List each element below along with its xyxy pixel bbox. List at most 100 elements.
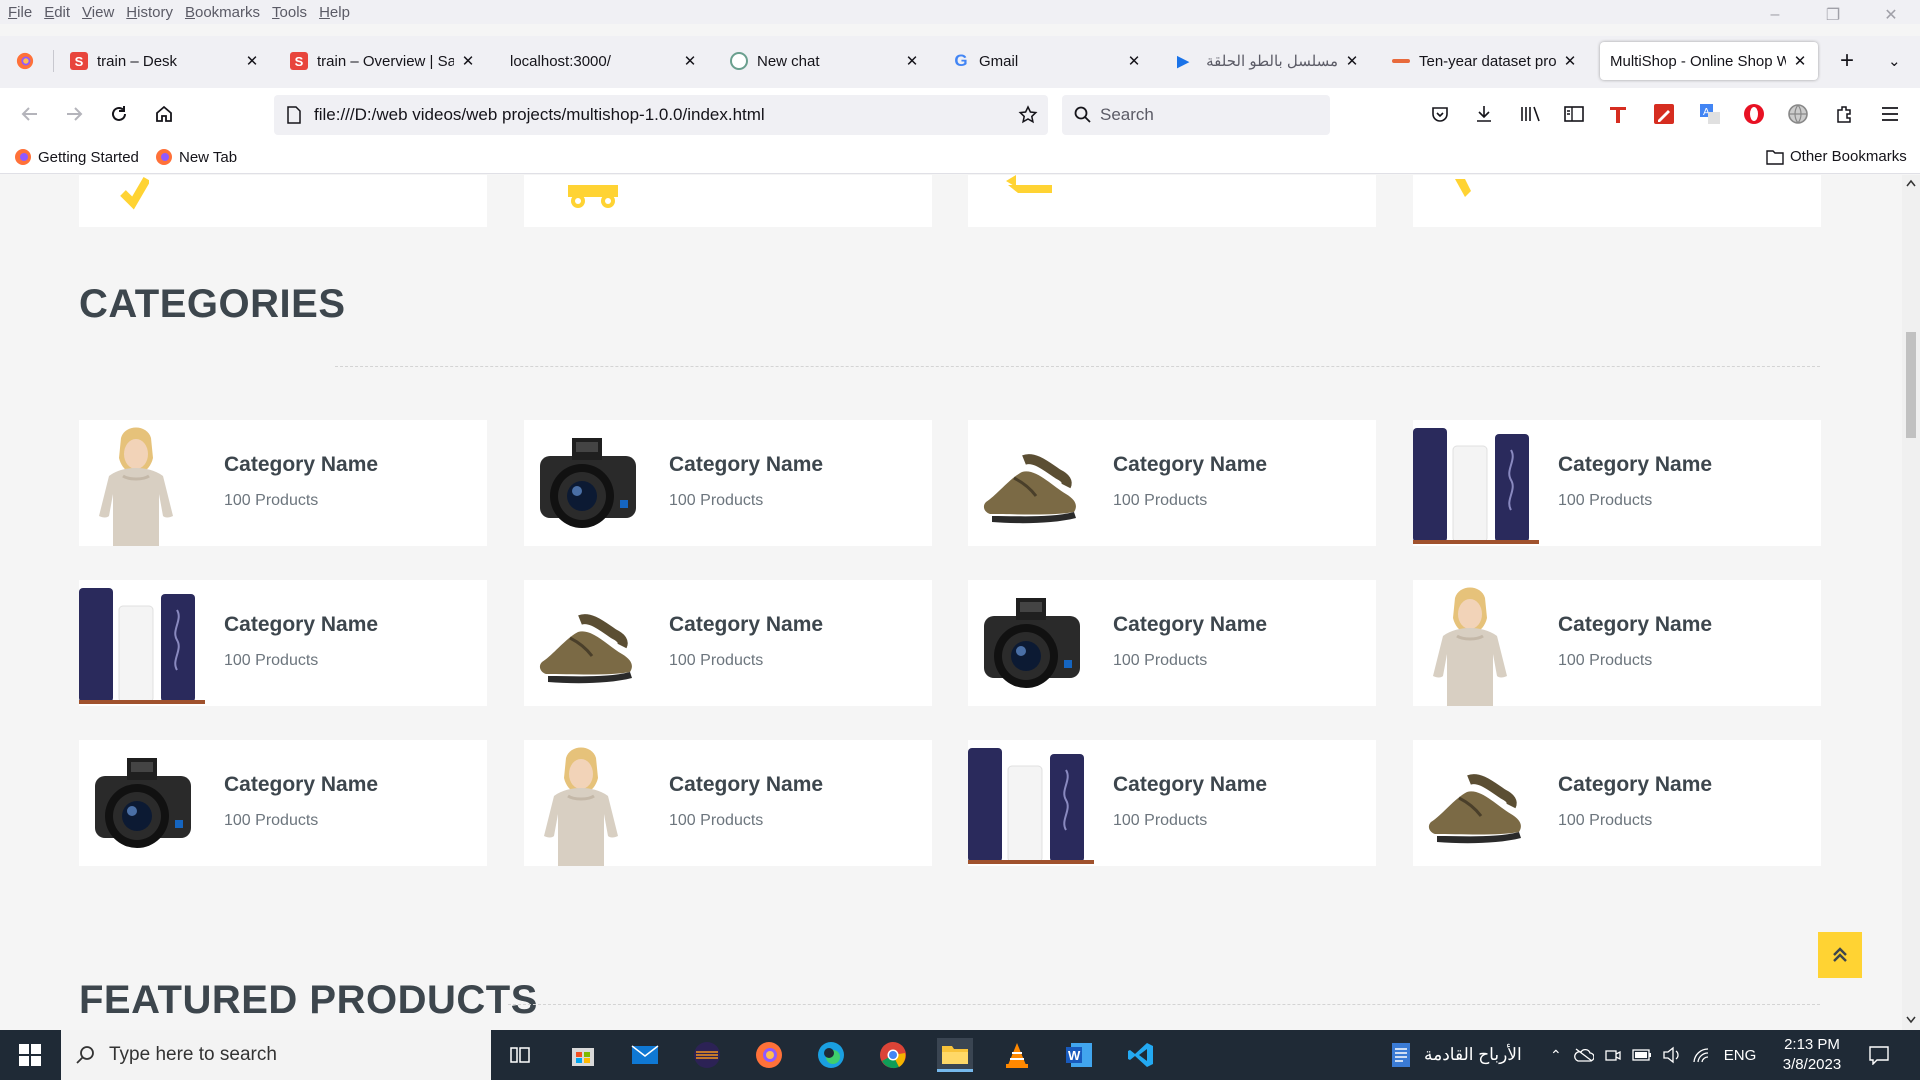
category-name[interactable]: Category Name [1113, 773, 1267, 797]
category-name[interactable]: Category Name [1558, 453, 1712, 477]
extension-pen-icon[interactable] [1652, 102, 1676, 126]
close-tab-icon[interactable]: ✕ [1792, 52, 1808, 70]
back-to-top-button[interactable] [1818, 932, 1862, 978]
mail-icon[interactable] [627, 1038, 663, 1072]
menu-history[interactable]: History [126, 4, 173, 21]
menu-file[interactable]: File [8, 4, 32, 21]
microsoft-store-icon[interactable] [565, 1038, 601, 1072]
globe-icon[interactable] [1786, 102, 1810, 126]
category-name[interactable]: Category Name [224, 613, 378, 637]
category-card[interactable]: Category Name 100 Products [1413, 740, 1821, 866]
category-name[interactable]: Category Name [224, 453, 378, 477]
scrollbar-thumb[interactable] [1906, 332, 1916, 438]
new-tab-icon[interactable]: + [1830, 42, 1860, 80]
menu-edit[interactable]: Edit [44, 4, 70, 21]
volume-icon[interactable] [1662, 1046, 1682, 1064]
clock[interactable]: 2:13 PM 3/8/2023 [1772, 1030, 1852, 1080]
tab-train-overview[interactable]: S train – Overview | Sani ✕ [280, 42, 486, 80]
category-card[interactable]: Category Name 100 Products [968, 420, 1376, 546]
battery-icon[interactable] [1632, 1048, 1652, 1062]
windows-start-icon[interactable] [12, 1038, 48, 1072]
wifi-icon[interactable] [1692, 1047, 1710, 1063]
bookmark-star-icon[interactable] [1018, 105, 1038, 125]
notification-center-icon[interactable] [1868, 1030, 1890, 1080]
menu-view[interactable]: View [82, 4, 114, 21]
category-name[interactable]: Category Name [669, 453, 823, 477]
library-icon[interactable] [1518, 102, 1542, 126]
tab-new-chat[interactable]: New chat ✕ [720, 42, 930, 80]
language-indicator[interactable]: ENG [1724, 1047, 1757, 1064]
minimize-icon[interactable]: – [1746, 0, 1804, 30]
close-tab-icon[interactable]: ✕ [244, 52, 260, 70]
taskbar-search[interactable]: Type here to search [61, 1030, 491, 1080]
firefox-taskbar-icon[interactable] [751, 1038, 787, 1072]
scroll-up-icon[interactable] [1906, 179, 1916, 187]
tab-train-desk[interactable]: S train – Desk ✕ [60, 42, 270, 80]
close-tab-icon[interactable]: ✕ [1562, 52, 1578, 70]
vscode-icon[interactable] [1123, 1038, 1159, 1072]
show-hidden-icons-icon[interactable]: ⌃ [1550, 1047, 1562, 1064]
forward-icon[interactable] [60, 100, 88, 128]
eclipse-icon[interactable] [689, 1038, 725, 1072]
category-card[interactable]: Category Name 100 Products [524, 580, 932, 706]
close-tab-icon[interactable]: ✕ [1344, 52, 1360, 70]
address-bar[interactable]: file:///D:/web videos/web projects/multi… [274, 95, 1048, 135]
close-tab-icon[interactable]: ✕ [682, 52, 698, 70]
menu-bookmarks[interactable]: Bookmarks [185, 4, 260, 21]
tab-localhost[interactable]: localhost:3000/ ✕ [500, 42, 708, 80]
category-name[interactable]: Category Name [1558, 773, 1712, 797]
bookmark-new-tab[interactable]: New Tab [155, 148, 237, 166]
meet-now-icon[interactable] [1604, 1047, 1622, 1063]
downloads-icon[interactable] [1472, 102, 1496, 126]
file-explorer-icon[interactable] [937, 1038, 973, 1072]
category-name[interactable]: Category Name [1113, 453, 1267, 477]
word-icon[interactable]: W [1061, 1038, 1097, 1072]
home-icon[interactable] [150, 100, 178, 128]
category-name[interactable]: Category Name [1113, 613, 1267, 637]
vlc-icon[interactable] [999, 1038, 1035, 1072]
chrome-icon[interactable] [875, 1038, 911, 1072]
tab-dataset[interactable]: Ten-year dataset provi ✕ [1382, 42, 1588, 80]
close-tab-icon[interactable]: ✕ [1126, 52, 1142, 70]
menu-tools[interactable]: Tools [272, 4, 307, 21]
onedrive-icon[interactable] [1573, 1047, 1594, 1063]
extensions-icon[interactable] [1832, 102, 1856, 126]
category-card[interactable]: Category Name 100 Products [79, 580, 487, 706]
category-card[interactable]: Category Name 100 Products [79, 420, 487, 546]
menu-help[interactable]: Help [319, 4, 350, 21]
back-icon[interactable] [16, 100, 44, 128]
hamburger-menu-icon[interactable] [1878, 102, 1902, 126]
close-window-icon[interactable]: ✕ [1862, 0, 1920, 30]
category-card[interactable]: Category Name 100 Products [524, 420, 932, 546]
search-bar[interactable]: Search [1062, 95, 1330, 135]
category-card[interactable]: Category Name 100 Products [1413, 580, 1821, 706]
reload-icon[interactable] [105, 100, 133, 128]
category-card[interactable]: Category Name 100 Products [79, 740, 487, 866]
category-name[interactable]: Category Name [669, 773, 823, 797]
firefox-view-button[interactable] [6, 42, 44, 80]
other-bookmarks[interactable]: Other Bookmarks [1766, 148, 1907, 165]
tab-series[interactable]: ▶ مسلسل بالطو الحلقة ؟ ✕ [1164, 42, 1370, 80]
task-view-icon[interactable] [502, 1038, 538, 1072]
extension-t-icon[interactable] [1606, 102, 1630, 126]
close-tab-icon[interactable]: ✕ [904, 52, 920, 70]
category-card[interactable]: Category Name 100 Products [524, 740, 932, 866]
category-card[interactable]: Category Name 100 Products [968, 740, 1376, 866]
translate-icon[interactable]: A [1698, 102, 1722, 126]
sidebar-icon[interactable] [1562, 102, 1586, 126]
category-card[interactable]: Category Name 100 Products [968, 580, 1376, 706]
tab-gmail[interactable]: G Gmail ✕ [942, 42, 1152, 80]
category-name[interactable]: Category Name [224, 773, 378, 797]
edge-icon[interactable] [813, 1038, 849, 1072]
category-name[interactable]: Category Name [669, 613, 823, 637]
list-tabs-icon[interactable]: ⌄ [1878, 42, 1908, 80]
page-scrollbar[interactable] [1902, 175, 1920, 1030]
opera-icon[interactable] [1742, 102, 1766, 126]
pocket-icon[interactable] [1428, 102, 1452, 126]
bookmark-getting-started[interactable]: Getting Started [14, 148, 139, 166]
category-name[interactable]: Category Name [1558, 613, 1712, 637]
tab-multishop[interactable]: MultiShop - Online Shop W ✕ [1600, 42, 1818, 80]
restore-icon[interactable]: ❐ [1804, 0, 1862, 30]
category-card[interactable]: Category Name 100 Products [1413, 420, 1821, 546]
weather-widget[interactable]: الأرباح القادمة [1390, 1030, 1522, 1080]
